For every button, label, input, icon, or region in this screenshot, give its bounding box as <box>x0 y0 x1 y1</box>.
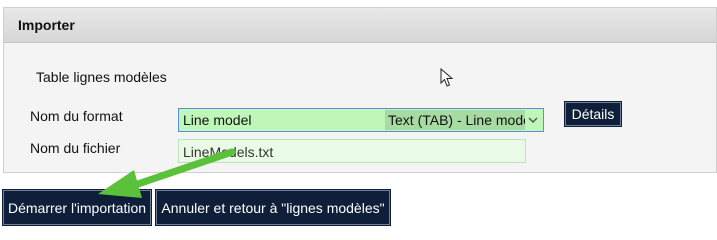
format-select-description: Text (TAB) - Line model <box>385 110 525 130</box>
format-select-value: Line model <box>183 112 252 128</box>
start-import-button[interactable]: Démarrer l'importation <box>3 190 151 225</box>
chevron-down-icon[interactable] <box>525 111 541 129</box>
format-label: Nom du format <box>30 108 123 124</box>
cancel-return-button[interactable]: Annuler et retour à "lignes modèles" <box>156 190 390 225</box>
details-button[interactable]: Détails <box>565 102 621 126</box>
panel-title: Importer <box>18 17 75 33</box>
format-select-description-text: Text (TAB) - Line model <box>388 112 525 128</box>
section-label: Table lignes modèles <box>36 69 167 85</box>
mouse-pointer-icon <box>440 67 454 91</box>
file-name-input[interactable]: LineModels.txt <box>178 139 526 163</box>
file-name-value: LineModels.txt <box>183 144 274 160</box>
format-select[interactable]: Line model Text (TAB) - Line model <box>178 108 544 132</box>
file-label: Nom du fichier <box>30 140 121 156</box>
panel-header: Importer <box>4 8 716 43</box>
